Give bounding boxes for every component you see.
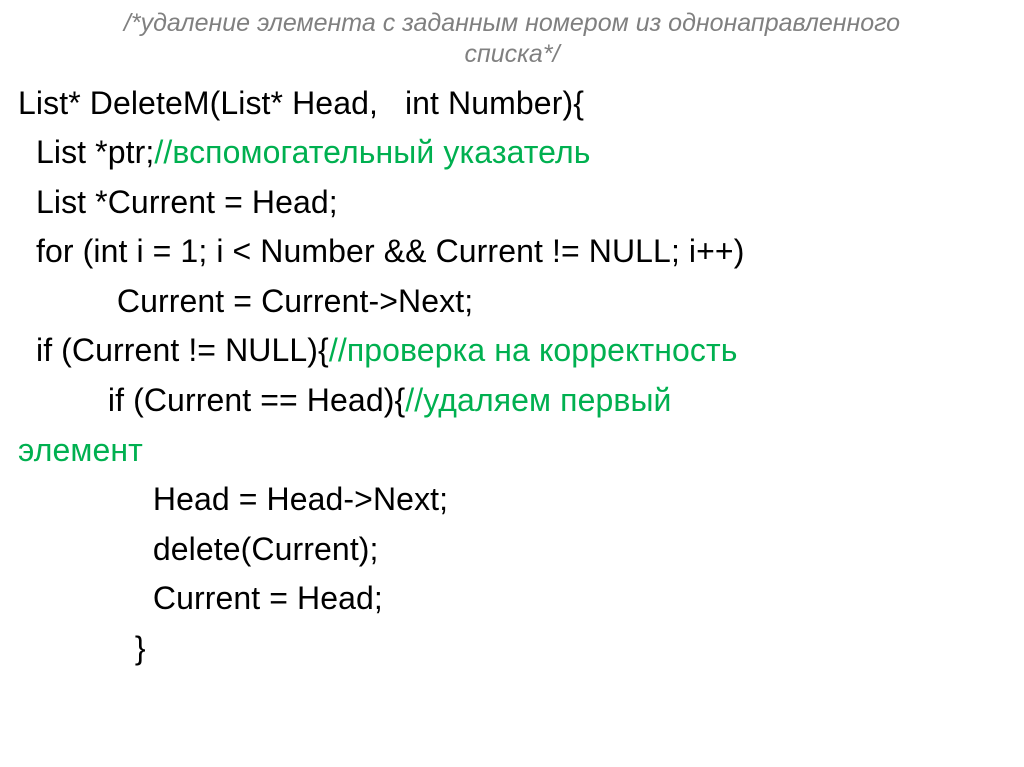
code-line-9: delete(Current); <box>18 531 379 567</box>
title-line-1: /*удаление элемента с заданным номером и… <box>124 9 900 37</box>
code-comment-7c: элемент <box>18 432 143 468</box>
code-comment-2b: //вспомогательный указатель <box>154 134 590 170</box>
slide: /*удаление элемента с заданным номером и… <box>0 0 1024 767</box>
code-line-3: List *Current = Head; <box>18 184 338 220</box>
code-line-7a: if (Current == Head){ <box>18 382 405 418</box>
code-block: List* DeleteM(List* Head, int Number){ L… <box>18 79 1006 674</box>
code-line-8: Head = Head->Next; <box>18 481 448 517</box>
code-comment-7b: //удаляем первый <box>405 382 671 418</box>
code-comment-6b: //проверка на корректность <box>329 332 738 368</box>
title-line-2: списка*/ <box>464 40 559 68</box>
slide-title: /*удаление элемента с заданным номером и… <box>18 8 1006 71</box>
code-line-10: Current = Head; <box>18 580 383 616</box>
code-line-1: List* DeleteM(List* Head, int Number){ <box>18 85 584 121</box>
code-line-2a: List *ptr; <box>18 134 154 170</box>
code-line-5: Current = Current->Next; <box>18 283 473 319</box>
code-line-6a: if (Current != NULL){ <box>18 332 329 368</box>
code-line-11: } <box>18 630 146 666</box>
code-line-4: for (int i = 1; i < Number && Current !=… <box>18 233 744 269</box>
